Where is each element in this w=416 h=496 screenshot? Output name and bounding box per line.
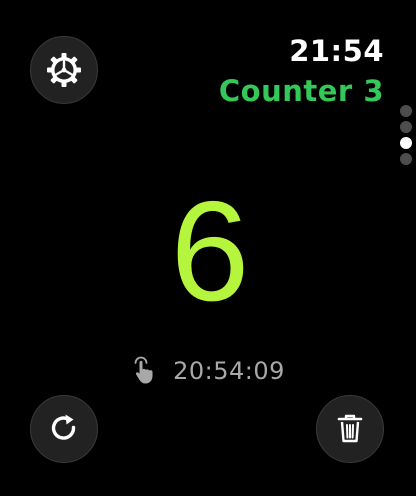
delete-button[interactable] — [316, 395, 384, 463]
page-dot — [400, 153, 412, 165]
settings-button[interactable] — [30, 36, 98, 104]
counter-name[interactable]: Counter 3 — [219, 74, 384, 108]
page-dot-active — [400, 137, 412, 149]
last-tap-time: 20:54:09 — [173, 357, 285, 385]
page-dot — [400, 105, 412, 117]
page-indicator — [399, 105, 413, 165]
reset-arrow-icon — [51, 414, 76, 440]
gear-icon — [47, 53, 81, 87]
tap-hand-icon — [134, 356, 153, 384]
page-dot — [400, 121, 412, 133]
last-tap-info: 20:54:09 — [0, 356, 416, 386]
reset-button[interactable] — [30, 395, 98, 463]
counter-value[interactable]: 6 — [0, 172, 416, 332]
clock-time: 21:54 — [289, 34, 384, 68]
trash-icon — [337, 414, 363, 443]
